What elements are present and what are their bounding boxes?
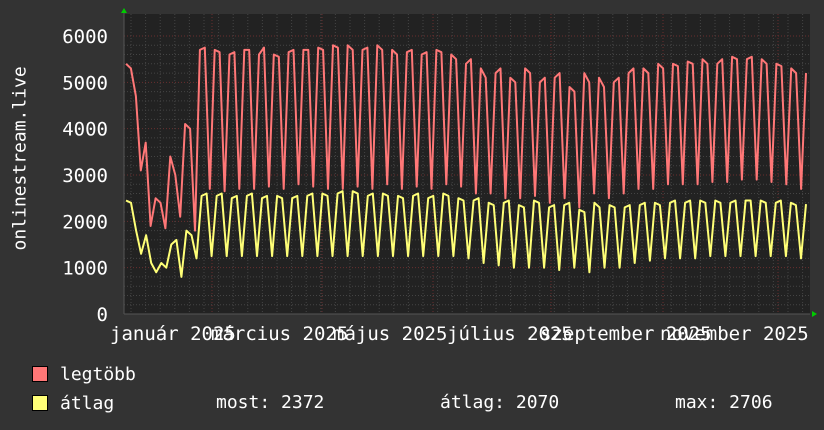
stat-max: max: 2706 bbox=[675, 392, 773, 413]
y-axis-label: onlinestream.live bbox=[9, 66, 31, 251]
y-tick-label: 0 bbox=[97, 304, 108, 326]
stat-atlag: átlag: 2070 bbox=[440, 392, 560, 413]
x-tick-label: november 2025 bbox=[660, 323, 809, 345]
legend-item-atlag: átlag bbox=[32, 392, 114, 414]
y-tick-label: 3000 bbox=[62, 165, 108, 187]
x-tick-label: március 2025 bbox=[211, 323, 348, 345]
y-tick-label: 5000 bbox=[62, 72, 108, 94]
legend-label: átlag bbox=[60, 392, 115, 414]
y-tick-label: 6000 bbox=[62, 26, 108, 48]
x-axis-arrow-icon bbox=[812, 311, 817, 317]
y-axis-arrow-icon bbox=[121, 8, 127, 13]
legend-swatch-red bbox=[32, 366, 48, 382]
x-tick-label: május 2025 bbox=[333, 323, 447, 345]
chart-root: 0 1000 2000 3000 4000 5000 6000 január 2025 márc… bbox=[0, 0, 824, 430]
legend-label: legtöbb bbox=[60, 363, 136, 385]
legend-item-legtobb: legtöbb bbox=[32, 363, 136, 385]
y-tick-label: 4000 bbox=[62, 119, 108, 141]
y-tick-label: 2000 bbox=[62, 211, 108, 233]
legend-swatch-yellow bbox=[32, 395, 48, 411]
y-tick-label: 1000 bbox=[62, 258, 108, 280]
stat-most: most: 2372 bbox=[216, 392, 325, 413]
